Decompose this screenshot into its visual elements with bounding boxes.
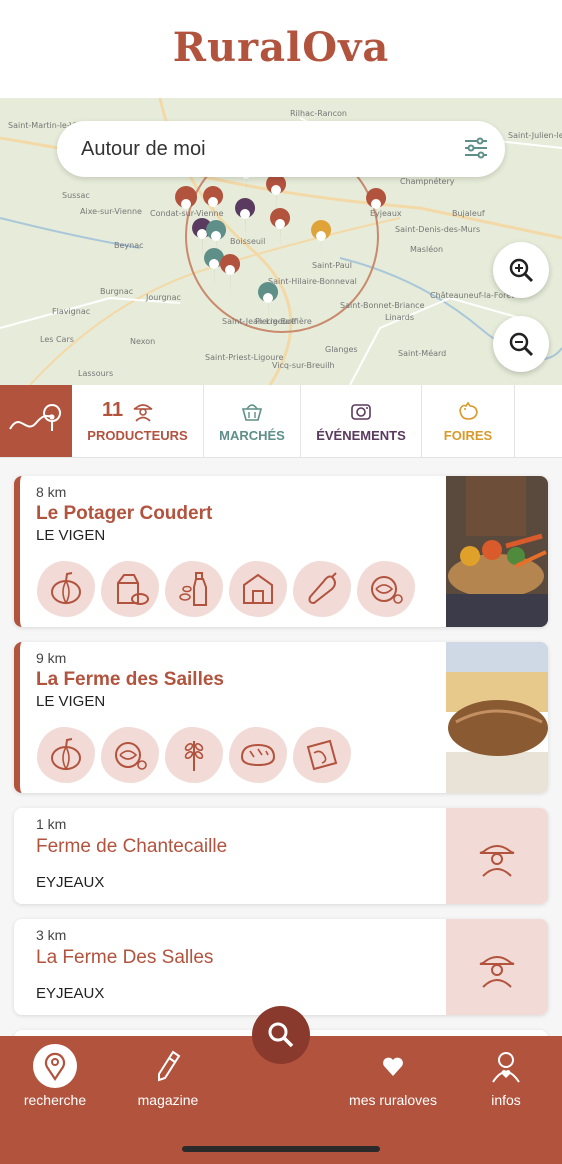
category-tabs: 11 PRODUCTEURS MARCHÉS ÉVÉNEMENTS FOIRES bbox=[0, 385, 562, 458]
distance: 1 km bbox=[36, 816, 67, 832]
map-place-label: Aixe-sur-Vienne bbox=[80, 207, 142, 216]
map-place-label: Burgnac bbox=[100, 287, 133, 296]
map-pin-icon bbox=[44, 1052, 66, 1081]
map-place-label: Glanges bbox=[325, 345, 358, 354]
pen-icon bbox=[158, 1050, 181, 1082]
map-place-label: Flavignac bbox=[52, 307, 90, 316]
tab-label: MARCHÉS bbox=[219, 428, 285, 443]
nav-label: recherche bbox=[23, 1092, 87, 1108]
basket-icon bbox=[241, 404, 263, 421]
producteurs-count: 11 bbox=[102, 399, 124, 421]
map-place-label: Sussac bbox=[62, 191, 90, 200]
route-pin-icon bbox=[9, 404, 61, 432]
producer-placeholder bbox=[446, 808, 548, 904]
location-search-bar[interactable]: Autour de moi bbox=[57, 121, 505, 177]
tab-all-around[interactable] bbox=[0, 385, 72, 457]
map-place-label: Saint-Bonnet-Briance bbox=[340, 301, 425, 310]
bread-icon bbox=[229, 727, 287, 783]
ruralova-logo: RuralOva bbox=[172, 24, 390, 71]
map-place-label: Saint-Julien-le-Petit bbox=[508, 131, 562, 140]
zoom-out-icon bbox=[509, 332, 534, 357]
producer-placeholder bbox=[446, 919, 548, 1015]
map-place-label: Châteauneuf-la-Forêt bbox=[430, 290, 514, 300]
producer-city: LE VIGEN bbox=[36, 693, 106, 710]
tab-label: PRODUCTEURS bbox=[87, 428, 188, 443]
wheat-icon bbox=[165, 727, 223, 783]
nav-label: infos bbox=[491, 1092, 521, 1108]
map-place-label: Saint-Paul bbox=[312, 261, 352, 270]
list-item[interactable]: 9 km La Ferme des Sailles LE VIGEN bbox=[14, 642, 548, 793]
map-place-label: Jourgnac bbox=[145, 293, 181, 302]
producer-name[interactable]: La Ferme Des Salles bbox=[36, 947, 213, 969]
salad-icon bbox=[101, 727, 159, 783]
map-place-label: Saint-Hilaire-Bonneval bbox=[268, 277, 357, 286]
map-place-label: Boisseuil bbox=[230, 237, 265, 246]
map-place-label: Champnétery bbox=[400, 176, 455, 186]
map-place-label: Nexon bbox=[130, 337, 155, 346]
apron-shop-icon bbox=[229, 561, 287, 617]
tab-label: ÉVÉNEMENTS bbox=[316, 428, 406, 443]
user-info-icon bbox=[492, 1052, 520, 1083]
map-place-label: Beynac bbox=[114, 241, 144, 250]
pepper-icon bbox=[293, 561, 351, 617]
map-place-label: Les Cars bbox=[40, 335, 74, 344]
list-item[interactable]: 3 km La Ferme Des Salles EYJEAUX bbox=[14, 919, 548, 1015]
nav-label: magazine bbox=[137, 1092, 199, 1108]
map-place-label: Masléon bbox=[410, 244, 443, 254]
oil-bottle-icon bbox=[165, 561, 223, 617]
map-place-label: Vicq-sur-Breuilh bbox=[272, 361, 335, 370]
salad-icon bbox=[357, 561, 415, 617]
producer-name[interactable]: Ferme de Chantecaille bbox=[36, 836, 227, 858]
map-place-label: Saint-Denis-des-Murs bbox=[395, 225, 480, 234]
producer-city: LE VIGEN bbox=[36, 527, 106, 544]
search-icon bbox=[268, 1022, 294, 1048]
map-place-label: Linards bbox=[385, 313, 414, 322]
map-place-label: Saint-Méard bbox=[398, 348, 446, 358]
farmer-icon bbox=[479, 845, 515, 877]
list-item[interactable]: 8 km Le Potager Coudert LE VIGEN bbox=[14, 476, 548, 627]
meat-icon bbox=[293, 727, 351, 783]
map-place-label: Eyjeaux bbox=[370, 209, 402, 218]
camera-icon bbox=[351, 404, 371, 420]
chicken-icon bbox=[459, 401, 478, 420]
tab-label: FOIRES bbox=[443, 428, 493, 443]
tab-marches[interactable]: MARCHÉS bbox=[204, 385, 301, 457]
app-header: RuralOva bbox=[0, 0, 562, 98]
heart-pin-icon bbox=[383, 1057, 403, 1076]
map-place-label: Condat-sur-Vienne bbox=[150, 209, 224, 218]
producer-city: EYJEAUX bbox=[36, 985, 105, 1002]
tab-evenements[interactable]: ÉVÉNEMENTS bbox=[301, 385, 422, 457]
distance: 9 km bbox=[36, 650, 67, 666]
pumpkin-icon bbox=[37, 727, 95, 783]
tab-producteurs[interactable]: 11 PRODUCTEURS bbox=[72, 385, 204, 457]
milk-cheese-icon bbox=[101, 561, 159, 617]
map-place-label: Saint-Jean-Ligoure bbox=[222, 317, 296, 326]
tab-foires[interactable]: FOIRES bbox=[422, 385, 515, 457]
distance: 8 km bbox=[36, 484, 67, 500]
nav-label: mes ruraloves bbox=[349, 1092, 437, 1108]
pumpkin-icon bbox=[37, 561, 95, 617]
farmer-icon bbox=[133, 404, 153, 422]
bread-loaf-photo bbox=[446, 642, 548, 793]
search-input[interactable]: Autour de moi bbox=[81, 138, 206, 161]
map-place-label: Rilhac-Rancon bbox=[290, 109, 347, 118]
map-place-label: Lassours bbox=[78, 369, 113, 378]
producer-name[interactable]: Le Potager Coudert bbox=[36, 503, 212, 525]
home-indicator bbox=[182, 1146, 380, 1152]
farmer-icon bbox=[479, 956, 515, 988]
zoom-in-icon bbox=[509, 258, 534, 283]
zoom-in-button[interactable] bbox=[493, 242, 549, 298]
map-place-label: Saint-Priest-Ligoure bbox=[205, 353, 283, 362]
producer-name[interactable]: La Ferme des Sailles bbox=[36, 669, 224, 691]
list-item[interactable]: 1 km Ferme de Chantecaille EYJEAUX bbox=[14, 808, 548, 904]
filter-sliders-icon[interactable] bbox=[463, 135, 489, 161]
search-button[interactable] bbox=[252, 1006, 310, 1064]
producer-city: EYJEAUX bbox=[36, 874, 105, 891]
distance: 3 km bbox=[36, 927, 67, 943]
map-place-label: Bujaleuf bbox=[452, 209, 485, 218]
basket-vegetables-photo bbox=[446, 476, 548, 627]
zoom-out-button[interactable] bbox=[493, 316, 549, 372]
